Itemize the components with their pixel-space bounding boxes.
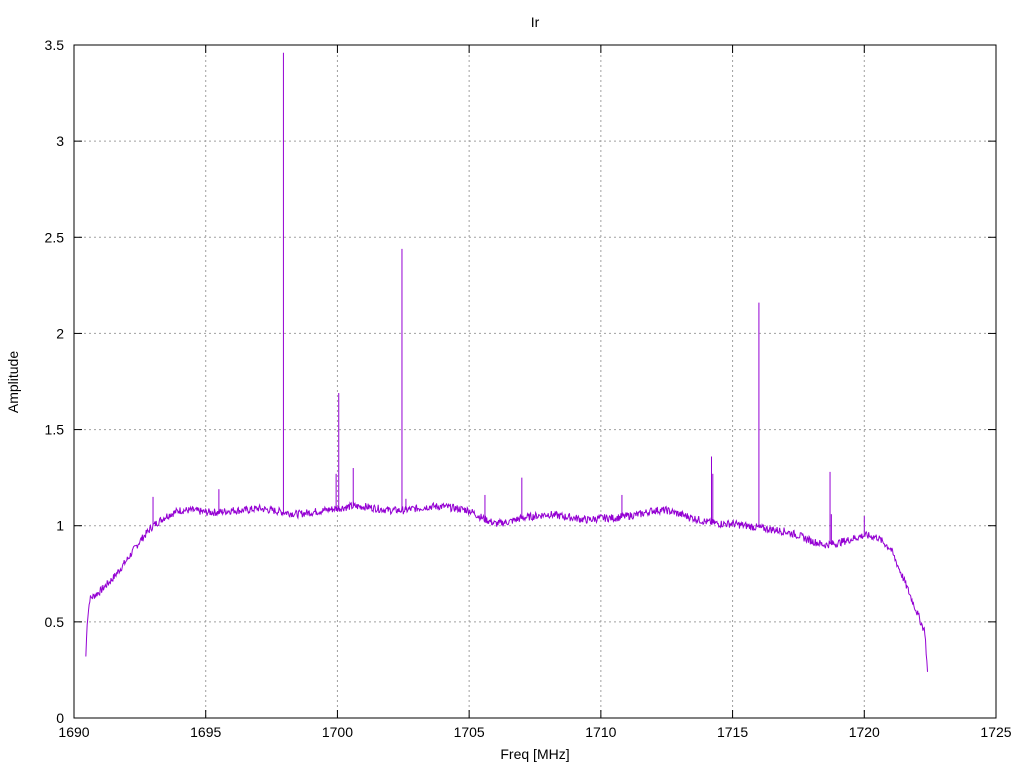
x-tick-label: 1710 [585,724,616,740]
x-tick-label: 1725 [980,724,1011,740]
y-tick-label: 2 [56,325,64,341]
x-tick-label: 1690 [58,724,89,740]
x-tick-label: 1695 [190,724,221,740]
plot-series [85,52,929,672]
y-tick-label: 3.5 [45,37,65,53]
chart-title: Ir [531,14,540,30]
x-tick-label: 1705 [454,724,485,740]
x-tick-label: 1700 [322,724,353,740]
x-axis-label: Freq [MHz] [500,746,569,762]
x-tick-label: 1715 [717,724,748,740]
y-axis-label: Amplitude [5,351,21,413]
x-tick-label: 1720 [849,724,880,740]
y-tick-label: 0 [56,710,64,726]
y-tick-label: 0.5 [45,614,65,630]
plot-frame [73,44,997,719]
y-tick-label: 1 [56,518,64,534]
y-tick-label: 2.5 [45,229,65,245]
series-line [85,501,929,672]
y-tick-label: 1.5 [45,422,65,438]
grid-lines [74,45,996,718]
chart: 1690 1695 1700 1705 1710 1715 1720 1725 0 0.5 1 1.5… [5,14,1012,762]
y-tick-label: 3 [56,133,64,149]
axis-ticks [73,44,997,719]
tick-labels: 1690 1695 1700 1705 1710 1715 1720 1725 0 0.5 1 1.5… [45,37,1012,740]
